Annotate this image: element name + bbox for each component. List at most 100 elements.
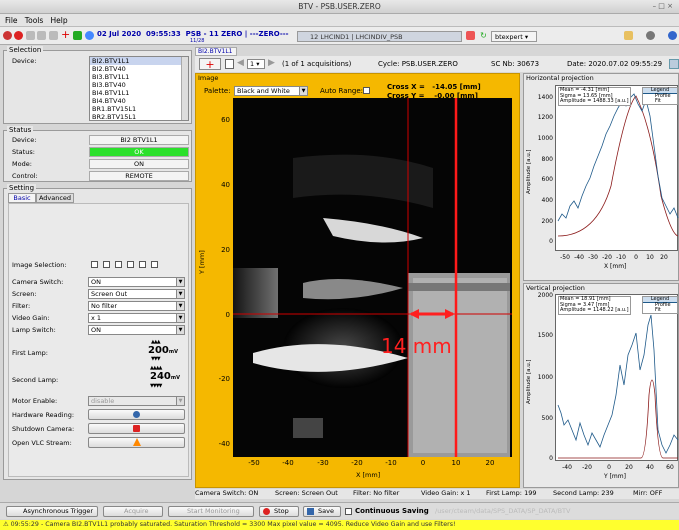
record-icon[interactable]	[14, 31, 23, 40]
first-lamp-value[interactable]: 200mV	[148, 345, 178, 356]
hproj-y-tick: 0	[549, 238, 553, 245]
reading-icon	[133, 411, 140, 418]
list-item[interactable]: BR1.BTV15L1	[90, 105, 188, 113]
info-screen: Screen: Screen Out	[275, 489, 338, 497]
list-item[interactable]: BI2.BTV1L1	[90, 57, 188, 65]
open-vlc-button[interactable]	[88, 437, 185, 448]
list-item[interactable]: BI3.BTV40	[90, 81, 188, 89]
timing-info: 02 Jul 2020 09:55:33 PSB - 11 ZERO | ---…	[97, 30, 289, 38]
vproj-x-tick: -20	[582, 464, 592, 471]
green-status-icon	[73, 31, 82, 40]
vproj-legend: Legend Profile Fit	[642, 296, 678, 314]
auto-range-checkbox[interactable]	[363, 87, 370, 94]
video-gain-select[interactable]: x 1 ▼	[88, 313, 185, 323]
motor-enable-select[interactable]: disable ▼	[88, 396, 185, 406]
stop-icon[interactable]	[3, 31, 12, 40]
camera-switch-select[interactable]: ON ▼	[88, 277, 185, 287]
first-lamp-down-arrows[interactable]: ▼▼▼	[151, 356, 160, 362]
image-checkbox-4[interactable]	[127, 261, 134, 268]
list-item[interactable]: BR2.BTV15L1	[90, 113, 188, 120]
auto-range-label: Auto Range:	[320, 87, 364, 95]
status-status-label: Status:	[12, 148, 35, 156]
settings-icon[interactable]	[646, 31, 655, 40]
y-tick: 0	[225, 311, 230, 319]
document-icon[interactable]	[225, 59, 234, 69]
vproj-x-axis: Y [mm]	[604, 473, 626, 480]
add-icon[interactable]: +	[61, 29, 70, 40]
refresh-icon[interactable]: ↻	[479, 31, 488, 40]
step-icon[interactable]	[37, 31, 46, 40]
async-trigger-button[interactable]: Asynchronous Trigger	[6, 506, 98, 517]
menu-file[interactable]: File	[5, 16, 18, 25]
hproj-stats: Mean = -4.31 [mm] Sigma = 13.65 [mm] Ampli…	[558, 87, 631, 106]
timing-selector[interactable]: 12 LHCIND1 | LHCINDIV_PSB	[297, 31, 462, 42]
list-item[interactable]: BI4.BTV1L1	[90, 89, 188, 97]
shutdown-camera-button[interactable]	[88, 423, 185, 434]
image-checkbox-3[interactable]	[115, 261, 122, 268]
second-lamp-down-arrows[interactable]: ▼▼▼▼	[150, 383, 162, 389]
menu-help[interactable]: Help	[51, 16, 68, 25]
y-axis-label: Y [mm]	[198, 250, 206, 274]
tab-advanced[interactable]: Advanced	[36, 193, 74, 203]
screen-select[interactable]: Screen Out ▼	[88, 289, 185, 299]
lamp-switch-select[interactable]: ON ▼	[88, 325, 185, 335]
acquire-button[interactable]: Acquire	[103, 506, 163, 517]
info-icon[interactable]	[85, 31, 94, 40]
vproj-plot[interactable]: Mean = 18.91 [mm] Sigma = 3.47 [mm] Amplit…	[555, 294, 679, 461]
image-checkbox-1[interactable]	[91, 261, 98, 268]
image-checkbox-2[interactable]	[103, 261, 110, 268]
alarm-icon[interactable]	[466, 31, 475, 40]
save-path-input[interactable]: /user/cteam/data/SPS_DATA/SP_DATA/BTV	[435, 507, 675, 515]
menu-tools[interactable]: Tools	[25, 16, 43, 25]
second-lamp-value[interactable]: 240mV	[150, 371, 180, 382]
vproj-y-tick: 1000	[537, 374, 553, 381]
palette-label: Palette:	[204, 87, 231, 95]
info-lamp1: First Lamp: 199	[486, 489, 537, 497]
forward-icon[interactable]	[49, 31, 58, 40]
list-scrollbar[interactable]	[181, 57, 188, 120]
play-icon[interactable]	[26, 31, 35, 40]
save-button[interactable]: Save	[303, 506, 341, 517]
first-lamp-label: First Lamp:	[12, 349, 48, 357]
hproj-y-tick: 200	[541, 218, 553, 225]
help-icon[interactable]	[668, 31, 677, 40]
list-item[interactable]: BI4.BTV40	[90, 97, 188, 105]
palette-select[interactable]: Black and White ▼	[234, 86, 308, 96]
stop-button[interactable]: Stop	[259, 506, 299, 517]
hproj-y-tick: 600	[541, 176, 553, 183]
rbac-user-button[interactable]: btexpert ▾	[491, 31, 537, 42]
prev-acq-icon[interactable]: ◀	[237, 58, 244, 68]
list-item[interactable]: BI2.BTV40	[90, 65, 188, 73]
x-tick: -40	[282, 459, 294, 467]
continuous-saving-checkbox[interactable]	[345, 508, 352, 515]
start-monitoring-button[interactable]: Start Monitoring	[168, 506, 254, 517]
zoom-icon[interactable]	[669, 59, 679, 69]
x-tick: 20	[485, 459, 495, 467]
device-list[interactable]: BI2.BTV1L1 BI2.BTV40 BI3.BTV1L1 BI3.BTV4…	[89, 56, 189, 121]
hproj-plot[interactable]: Mean = -4.31 [mm] Sigma = 13.65 [mm] Ampli…	[555, 85, 679, 251]
filter-select[interactable]: No filter ▼	[88, 301, 185, 311]
distance-annotation: 14 mm	[381, 334, 452, 358]
list-item[interactable]: BI3.BTV1L1	[90, 73, 188, 81]
camera-image[interactable]: 14 mm	[233, 98, 512, 457]
image-checkbox-5[interactable]	[139, 261, 146, 268]
next-acq-icon[interactable]: ▶	[268, 58, 275, 68]
hardware-reading-button[interactable]	[88, 409, 185, 420]
viewer-header: + ◀ 1 ▾ ▶ (1 of 1 acquisitions) Cycle: P…	[195, 56, 679, 72]
image-checkbox-6[interactable]	[151, 261, 158, 268]
hproj-y-tick: 1200	[537, 114, 553, 121]
acq-count: (1 of 1 acquisitions)	[282, 60, 352, 68]
vproj-x-tick: 0	[607, 464, 611, 471]
selection-title: Selection	[7, 46, 44, 54]
info-mirr: Mirr: OFF	[633, 489, 663, 497]
horizontal-projection-panel: Horizontal projection Mean = -4.31 [mm] S…	[523, 73, 679, 281]
sc-text: SC Nb: 30673	[491, 60, 540, 68]
x-tick: -30	[317, 459, 329, 467]
folder-icon[interactable]	[624, 31, 633, 40]
add-viewer-button[interactable]: +	[199, 58, 221, 70]
window-controls[interactable]: – □ ×	[653, 2, 673, 10]
viewer-tab[interactable]: BI2.BTV1L1	[195, 47, 237, 56]
tab-basic[interactable]: Basic	[8, 193, 36, 203]
tab-content	[8, 203, 189, 477]
acq-page-select[interactable]: 1 ▾	[247, 59, 265, 69]
